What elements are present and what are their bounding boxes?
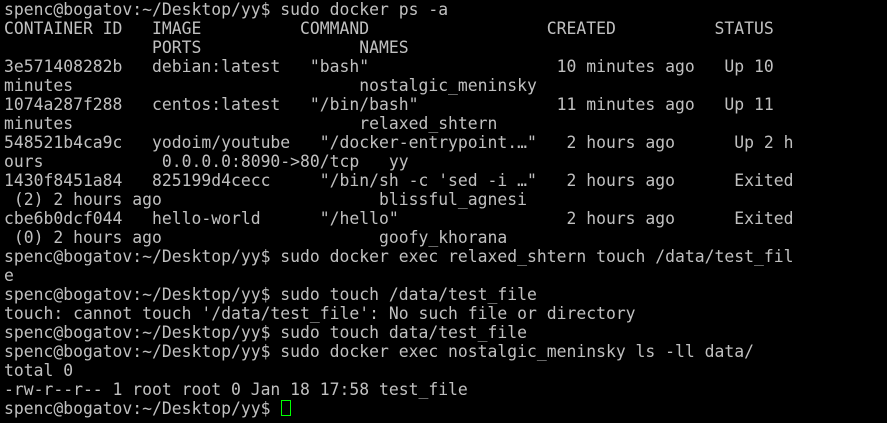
- terminal-line: 1074a287f288 centos:latest "/bin/bash" 1…: [4, 95, 774, 114]
- terminal-line: (2) 2 hours ago blissful_agnesi: [4, 190, 528, 209]
- terminal-line: touch: cannot touch '/data/test_file': N…: [4, 304, 636, 323]
- prompt-line[interactable]: spenc@bogatov:~/Desktop/yy$: [4, 399, 887, 418]
- terminal-line: spenc@bogatov:~/Desktop/yy$ sudo docker …: [4, 342, 754, 361]
- terminal-line: (0) 2 hours ago goofy_khorana: [4, 228, 508, 247]
- terminal-window[interactable]: spenc@bogatov:~/Desktop/yy$ sudo docker …: [0, 0, 887, 423]
- terminal-line: 548521b4ca9c yodoim/youtube "/docker-ent…: [4, 133, 794, 152]
- terminal-line: CONTAINER ID IMAGE COMMAND CREATED STATU…: [4, 19, 774, 38]
- terminal-line: minutes nostalgic_meninsky: [4, 76, 537, 95]
- terminal-line: 3e571408282b debian:latest "bash" 10 min…: [4, 57, 774, 76]
- terminal-line: spenc@bogatov:~/Desktop/yy$ sudo touch /…: [4, 285, 537, 304]
- terminal-line: spenc@bogatov:~/Desktop/yy$ sudo docker …: [4, 0, 449, 19]
- terminal-line: spenc@bogatov:~/Desktop/yy$ sudo docker …: [4, 247, 794, 266]
- terminal-line: -rw-r--r-- 1 root root 0 Jan 18 17:58 te…: [4, 380, 468, 399]
- terminal-line: total 0: [4, 361, 74, 380]
- terminal-line: e: [4, 266, 14, 285]
- shell-prompt: spenc@bogatov:~/Desktop/yy$: [4, 399, 281, 418]
- terminal-line: PORTS NAMES: [4, 38, 409, 57]
- terminal-line: 1430f8451a84 825199d4cecc "/bin/sh -c 's…: [4, 171, 794, 190]
- text-cursor: [281, 400, 292, 416]
- terminal-line: spenc@bogatov:~/Desktop/yy$ sudo touch d…: [4, 323, 528, 342]
- terminal-line: minutes relaxed_shtern: [4, 114, 498, 133]
- terminal-line: ours 0.0.0.0:8090->80/tcp yy: [4, 152, 409, 171]
- terminal-line: cbe6b0dcf044 hello-world "/hello" 2 hour…: [4, 209, 794, 228]
